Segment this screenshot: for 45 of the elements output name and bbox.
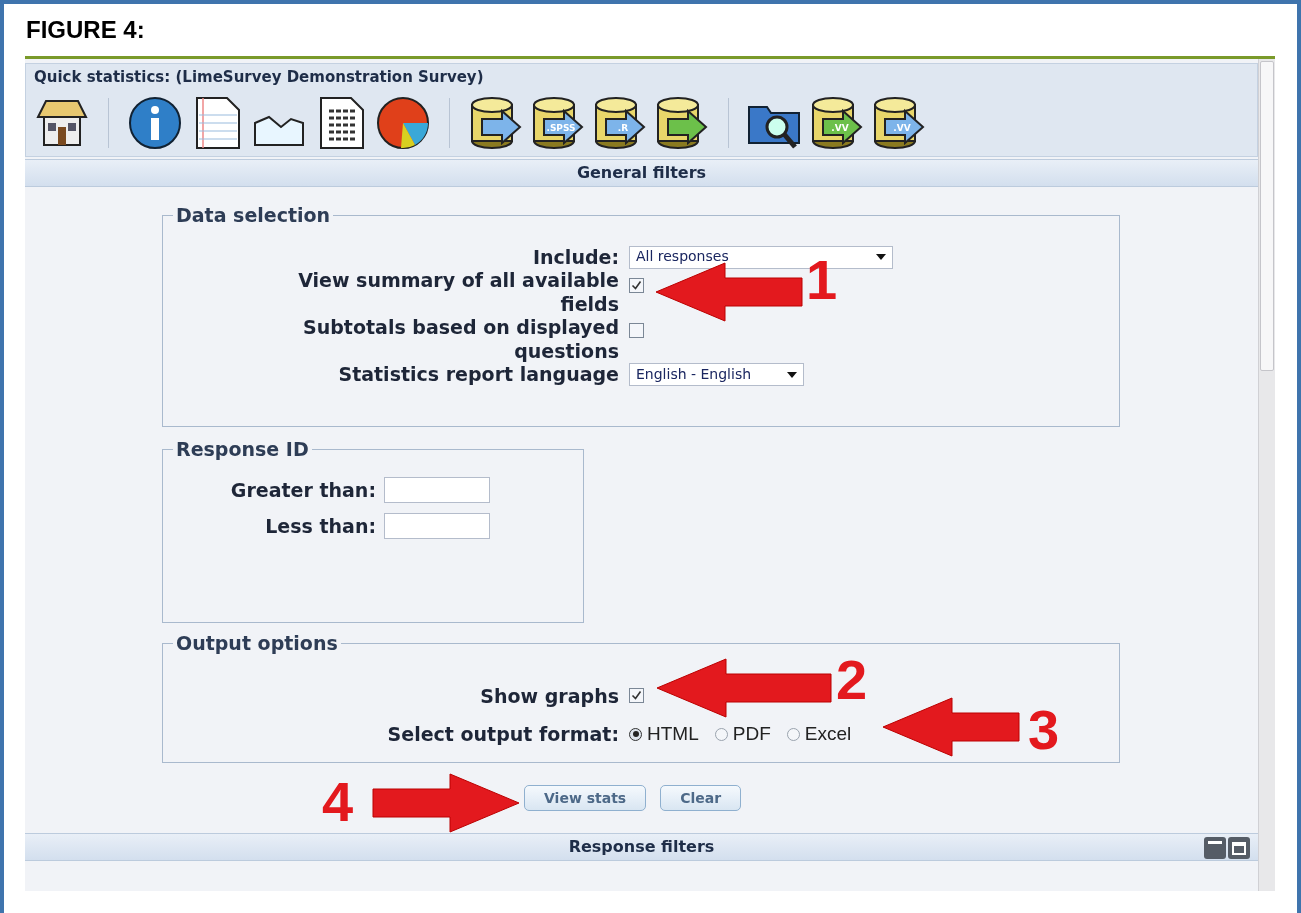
radio-label[interactable]: HTML (647, 720, 699, 749)
action-button[interactable]: Clear (660, 785, 742, 811)
callout-number: 2 (836, 650, 868, 710)
panel-title: Quick statistics: (LimeSurvey Demonstration Survey) (34, 66, 484, 88)
database-export-icon[interactable] (654, 95, 710, 151)
group-legend: Data selection (173, 201, 334, 230)
database-export-icon[interactable] (468, 95, 524, 151)
field-label: Statistics report language (337, 363, 619, 387)
caret-icon (876, 254, 886, 260)
callout-number: 3 (1028, 700, 1060, 760)
input-field[interactable] (384, 476, 490, 503)
dropdown[interactable]: English - English (629, 363, 804, 386)
checkbox[interactable] (629, 688, 644, 704)
minimize-icon[interactable] (1204, 837, 1226, 859)
field-label: Show graphs (479, 683, 619, 709)
callout-number: 4 (322, 772, 354, 832)
maximize-icon[interactable] (1228, 837, 1250, 859)
info-icon[interactable] (127, 95, 183, 151)
field-label: View summary of all available fields (297, 269, 619, 316)
action-button[interactable]: View stats (524, 785, 647, 811)
radio-label[interactable]: Excel (804, 720, 852, 749)
right-arrow-icon (372, 773, 520, 833)
field-label: Include: (532, 245, 619, 269)
group-legend: Output options (173, 629, 341, 658)
pie-chart-icon[interactable] (375, 95, 431, 151)
caret-icon (787, 371, 797, 378)
field-label: Select output format: (386, 722, 619, 747)
scrollbar[interactable] (1258, 59, 1275, 891)
left-arrow-icon (656, 658, 832, 718)
section-title: General filters (576, 162, 707, 184)
left-arrow-icon (655, 262, 803, 322)
section-title: Response filters (568, 836, 715, 858)
checkbox[interactable] (629, 278, 644, 293)
input-field[interactable] (384, 513, 490, 540)
radio-button[interactable] (629, 727, 642, 741)
checkbox[interactable] (629, 323, 644, 338)
left-arrow-icon (882, 697, 1020, 757)
field-label: Subtotals based on displayed questions (302, 316, 619, 363)
radio-label[interactable]: PDF (732, 720, 771, 749)
radio-button[interactable] (714, 727, 728, 741)
figure-title: FIGURE 4: (26, 16, 145, 43)
radio-button[interactable] (786, 727, 800, 741)
field-label: Less than: (264, 514, 376, 539)
group-legend: Response ID (173, 435, 312, 464)
field-label: Greater than: (229, 477, 376, 503)
